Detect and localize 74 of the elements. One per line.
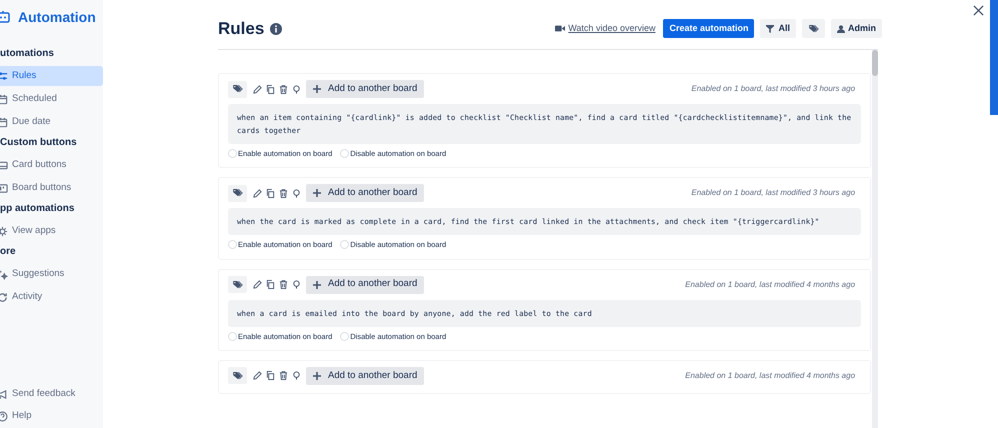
- add-to-board-button[interactable]: Add to another board: [306, 276, 424, 294]
- filter-icon: [766, 24, 774, 32]
- labels-button[interactable]: [228, 276, 247, 293]
- admin-button[interactable]: Admin: [831, 19, 882, 38]
- sparkle-icon: [0, 268, 8, 280]
- add-to-board-button[interactable]: Add to another board: [306, 80, 424, 98]
- copy-icon[interactable]: [266, 188, 275, 198]
- megaphone-icon: [0, 388, 8, 400]
- sidebar-item[interactable]: Suggestions: [0, 264, 103, 284]
- sidebar-item[interactable]: Due date: [0, 112, 103, 132]
- sidebar-item[interactable]: Rules: [0, 66, 103, 86]
- sidebar-link[interactable]: Send feedback: [0, 384, 103, 404]
- robot-icon: [0, 11, 10, 23]
- trash-icon[interactable]: [279, 188, 288, 198]
- section-heading: ore: [0, 245, 17, 259]
- rule-meta: Enabled on 1 board, last modified 3 hours ago: [691, 83, 856, 95]
- lightbulb-icon[interactable]: [292, 371, 301, 380]
- section-heading: utomations: [0, 47, 55, 61]
- trash-icon[interactable]: [279, 84, 288, 94]
- labels-button[interactable]: [802, 19, 825, 38]
- video-camera-icon: [555, 25, 566, 32]
- pencil-icon[interactable]: [253, 371, 262, 380]
- copy-icon[interactable]: [266, 280, 275, 289]
- card-icon: [0, 160, 8, 170]
- lightbulb-icon[interactable]: [292, 280, 301, 289]
- tag-icon: [232, 280, 242, 288]
- refresh-icon: [0, 292, 8, 302]
- sidebar-link[interactable]: Help: [0, 406, 103, 426]
- copy-icon[interactable]: [266, 84, 275, 94]
- sidebar-title: Automation: [18, 8, 96, 26]
- pencil-icon[interactable]: [253, 280, 262, 289]
- help-icon: [0, 410, 8, 422]
- lightbulb-icon[interactable]: [292, 84, 301, 94]
- tag-icon: [808, 24, 818, 32]
- tag-icon: [232, 189, 242, 198]
- gear-icon: [0, 226, 8, 236]
- section-heading: Custom buttons: [0, 136, 78, 150]
- rule-meta: Enabled on 1 board, last modified 3 hours ago: [691, 187, 856, 200]
- section-heading: pp automations: [0, 202, 76, 216]
- trash-icon[interactable]: [279, 371, 288, 380]
- sidebar-item[interactable]: Activity: [0, 287, 103, 307]
- lightbulb-icon[interactable]: [292, 188, 301, 198]
- labels-button[interactable]: [228, 367, 247, 384]
- labels-button[interactable]: [228, 80, 247, 98]
- page-title: Rules: [218, 18, 264, 40]
- video-link[interactable]: Watch video overview: [555, 22, 656, 36]
- add-to-board-button[interactable]: Add to another board: [306, 184, 424, 202]
- sidebar-item[interactable]: Scheduled: [0, 89, 103, 109]
- create-automation-button[interactable]: Create automation: [663, 19, 754, 38]
- rule-meta: Enabled on 1 board, last modified 4 months ago: [685, 278, 856, 290]
- user-icon: [837, 24, 845, 32]
- info-icon[interactable]: [270, 22, 282, 34]
- plus-icon: [313, 189, 321, 198]
- sidebar-item[interactable]: Card buttons: [0, 155, 103, 175]
- add-to-board-button[interactable]: Add to another board: [306, 366, 424, 385]
- sidebar-item[interactable]: View apps: [0, 221, 103, 241]
- pencil-icon[interactable]: [253, 84, 262, 94]
- tag-icon: [232, 372, 242, 380]
- plus-icon: [313, 280, 321, 288]
- labels-button[interactable]: [228, 184, 247, 202]
- tag-icon: [232, 85, 242, 93]
- plus-icon: [313, 85, 321, 93]
- pencil-icon[interactable]: [253, 188, 262, 198]
- copy-icon[interactable]: [266, 371, 275, 380]
- filter-button[interactable]: All: [760, 19, 796, 38]
- trash-icon[interactable]: [279, 280, 288, 289]
- board-icon: [0, 182, 8, 194]
- calendar-icon: [0, 116, 8, 128]
- rule-meta: Enabled on 1 board, last modified 4 months ago: [685, 370, 856, 382]
- scrollbar[interactable]: [872, 50, 878, 428]
- sliders-icon: [0, 70, 8, 82]
- sidebar-item[interactable]: Board buttons: [0, 178, 103, 198]
- plus-icon: [313, 372, 321, 380]
- calendar-icon: [0, 94, 8, 104]
